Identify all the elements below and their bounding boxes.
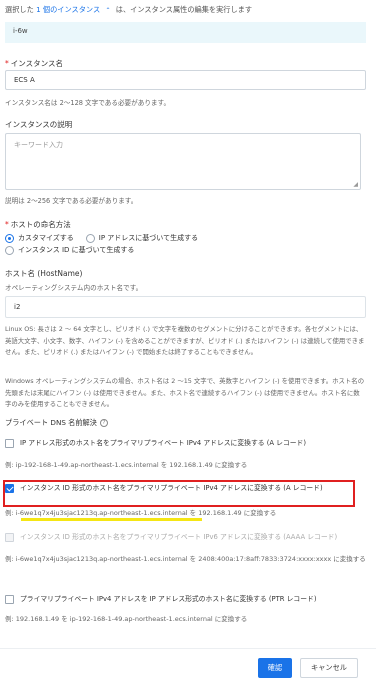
dns-option-example: 例: ip-192-168-1-49.ap-northeast-1.ecs.in… (5, 461, 248, 469)
windows-hostname-rule: Windows オペレーティングシステムの場合、ホスト名は 2 ～15 文字で、… (5, 377, 365, 408)
selected-instance-id: i-6w (5, 22, 366, 43)
chevron-up-icon[interactable]: ⌃ (105, 7, 110, 14)
hostname-hint: オペレーティングシステム内のホスト名です。 (5, 284, 143, 292)
dns-option-label: インスタンス ID 形式のホスト名をプライマリプライベート IPv6 アドレスに… (20, 533, 338, 541)
radio-ip-based-label[interactable]: IP アドレスに基づいて生成する (99, 233, 198, 243)
radio-ip-based[interactable] (85, 233, 95, 243)
dns-option-label: IP アドレス形式のホスト名をプライマリプライベート IPv4 アドレスに変換す… (20, 439, 306, 447)
help-icon[interactable]: ? (99, 419, 108, 427)
linux-hostname-rule: Linux OS: 長さは 2 ～ 64 文字とし、ピリオド (.) で文字を複… (5, 325, 365, 356)
radio-instance-id-based[interactable] (5, 245, 14, 255)
radio-customize[interactable] (5, 233, 14, 243)
dns-option-ptr-record[interactable]: プライマリプライベート IPv4 アドレスを IP アドレス形式のホスト名に変換… (5, 593, 361, 605)
host-naming-label: * ホストの命名方法 (5, 220, 71, 229)
instance-description-textarea[interactable]: キーワード入力 ◢ (5, 133, 361, 190)
selected-instances-link[interactable]: 1 個のインスタンス (36, 5, 100, 14)
hostname-input[interactable]: i2 (5, 296, 366, 318)
dns-option-example: 例: i-6we1q7x4ju3sjac1213q.ap-northeast-1… (5, 555, 366, 563)
instance-description-label: インスタンスの説明 (5, 120, 73, 129)
host-naming-radio-group-row2: インスタンス ID に基づいて生成する (5, 245, 134, 255)
dns-option-label: プライマリプライベート IPv4 アドレスを IP アドレス形式のホスト名に変換… (20, 595, 317, 603)
private-dns-title: プライベート DNS 名前解決 ? (5, 418, 108, 428)
checkbox-ptr-record[interactable] (5, 595, 14, 604)
required-marker: * (5, 59, 9, 68)
dns-option-instance-id-aaaa-record: インスタンス ID 形式のホスト名をプライマリプライベート IPv6 アドレスに… (5, 531, 361, 543)
description-placeholder: キーワード入力 (14, 141, 63, 149)
radio-instance-id-based-label[interactable]: インスタンス ID に基づいて生成する (18, 245, 134, 255)
annotation-yellow-underline (21, 518, 202, 521)
dns-option-example: 例: 192.168.1.49 を ip-192-168-1-49.ap-nor… (5, 615, 248, 623)
footer-divider (0, 648, 376, 649)
checkbox-instance-id-aaaa-record (5, 533, 14, 542)
instance-name-hint: インスタンス名は 2～128 文字である必要があります。 (5, 99, 171, 107)
required-marker: * (5, 220, 9, 229)
confirm-button[interactable]: 確認 (258, 658, 292, 678)
checkbox-ip-a-record[interactable] (5, 439, 14, 448)
resize-handle-icon[interactable]: ◢ (353, 181, 358, 188)
dns-option-ip-a-record[interactable]: IP アドレス形式のホスト名をプライマリプライベート IPv4 アドレスに変換す… (5, 437, 361, 449)
instance-name-input[interactable]: ECS A (5, 70, 366, 90)
hostname-label: ホスト名 (HostName) (5, 269, 83, 278)
annotation-red-highlight (3, 480, 355, 507)
instance-name-label: * インスタンス名 (5, 59, 63, 68)
summary-prefix: 選択した (5, 5, 34, 14)
host-naming-radio-group: カスタマイズする IP アドレスに基づいて生成する (5, 233, 198, 243)
cancel-button[interactable]: キャンセル (300, 658, 358, 678)
radio-customize-label[interactable]: カスタマイズする (18, 233, 74, 243)
instance-description-hint: 説明は 2～256 文字である必要があります。 (5, 197, 138, 205)
selection-summary: 選択した 1 個のインスタンス ⌃ は、インスタンス属性の編集を実行します (5, 5, 252, 15)
summary-suffix: は、インスタンス属性の編集を実行します (115, 5, 253, 14)
edit-instance-attributes-panel: 選択した 1 個のインスタンス ⌃ は、インスタンス属性の編集を実行します i-… (0, 0, 376, 683)
